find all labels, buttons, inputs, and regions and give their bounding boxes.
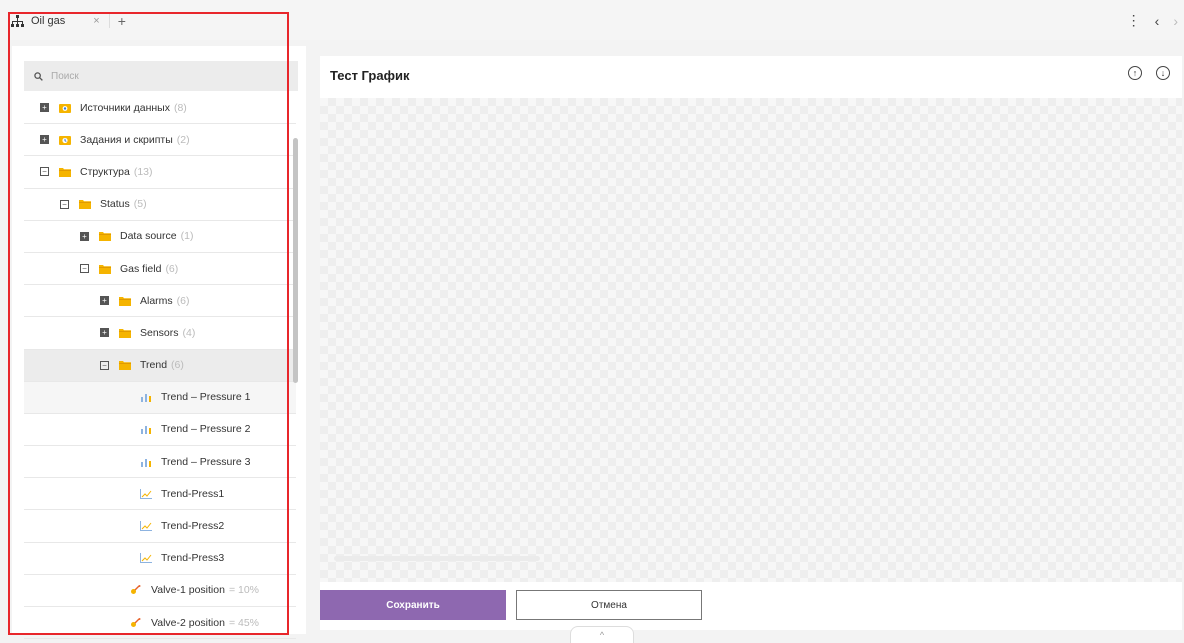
tree-item[interactable]: Valve-2 position = 45% — [24, 607, 296, 640]
tree-item[interactable]: − Структура (13) — [24, 156, 296, 189]
tree-item-label: Status — [100, 198, 130, 211]
valve-icon — [130, 585, 142, 595]
tree-item-label: Задания и скрипты — [80, 133, 173, 146]
tree-item[interactable]: Trend – Pressure 2 — [24, 414, 296, 447]
tree-item[interactable]: Valve-1 position = 10% — [24, 575, 296, 607]
tree-item-label: Trend-Press2 — [161, 520, 225, 533]
tree-item-count: (4) — [182, 326, 196, 339]
canvas-scrollbar[interactable] — [334, 556, 540, 561]
forward-chevron-icon[interactable]: › — [1173, 13, 1178, 29]
sidebar-tree-panel: Поиск + Источники данных (8) + Задания и скр… — [12, 46, 306, 640]
tree-item-label: Trend-Press1 — [161, 487, 225, 500]
chart-line-icon — [140, 521, 152, 532]
panel-title: Тест График — [330, 68, 410, 83]
save-button[interactable]: Сохранить — [320, 590, 506, 620]
expand-icon[interactable]: + — [40, 135, 49, 145]
download-icon[interactable]: ↓ — [1156, 66, 1170, 80]
chart-line-icon — [140, 488, 152, 499]
collapse-icon[interactable]: − — [80, 264, 89, 274]
script-icon — [59, 135, 71, 145]
folder-icon — [99, 264, 111, 274]
tab-oil-gas[interactable]: Oil gas × + — [10, 8, 126, 34]
expand-icon[interactable]: + — [40, 103, 49, 113]
chart-bars-icon — [140, 457, 152, 467]
tree-item-label: Trend – Pressure 1 — [161, 391, 251, 404]
upload-icon[interactable]: ↑ — [1128, 66, 1142, 80]
tree-item-label: Gas field — [120, 262, 162, 275]
tree-item[interactable]: − Gas field (6) — [24, 253, 296, 286]
tree-item[interactable]: − Status (5) — [24, 189, 296, 221]
expand-icon[interactable]: + — [100, 296, 109, 306]
tab-label: Oil gas — [31, 15, 66, 27]
tab-close-icon[interactable]: × — [93, 15, 99, 27]
tree-item-label: Alarms — [140, 294, 173, 307]
tree-item-label: Valve-2 position — [151, 616, 225, 629]
bottom-expand-handle[interactable]: ^ — [570, 626, 634, 643]
more-menu-icon[interactable]: ⋮ — [1127, 12, 1141, 29]
tab-divider — [108, 14, 110, 28]
tree-item-count: (13) — [133, 165, 153, 178]
tree-item[interactable]: Trend-Press2 — [24, 510, 296, 543]
collapse-icon[interactable]: − — [100, 360, 109, 370]
tree-item[interactable]: Trend-Press1 — [24, 478, 296, 511]
tree-item-count: (8) — [173, 101, 187, 114]
tree-item-label: Источники данных — [80, 101, 170, 114]
panel-actions: ↑ ↓ — [1128, 66, 1170, 80]
tree-item-label: Trend – Pressure 2 — [161, 423, 251, 436]
tree-item-label: Trend – Pressure 3 — [161, 455, 251, 468]
tree-item-label: Trend — [140, 359, 168, 372]
folder-icon — [119, 328, 131, 338]
tree-item[interactable]: − Trend (6) — [24, 349, 296, 382]
chart-line-icon — [140, 553, 152, 564]
valve-icon — [130, 617, 142, 628]
tree-item-label: Trend-Press3 — [161, 552, 225, 565]
top-tab-bar: Oil gas × + ⋮ ‹ › — [0, 0, 1184, 40]
tree-item[interactable]: + Data source (1) — [24, 221, 296, 253]
tree-item-count: (6) — [171, 359, 184, 372]
search-icon — [34, 71, 43, 81]
tree-item-label: Sensors — [140, 326, 179, 339]
tree-item-count: (6) — [176, 294, 190, 307]
tree-item-count: (1) — [180, 230, 194, 243]
top-actions: ⋮ ‹ › — [1127, 12, 1178, 29]
folder-icon — [119, 296, 131, 306]
tree-item-count: (2) — [176, 133, 190, 146]
network-icon — [10, 14, 24, 28]
tree-item-count: = 10% — [228, 584, 260, 597]
structure-tree: + Источники данных (8) + Задания и скрипты (2… — [24, 92, 296, 640]
back-chevron-icon[interactable]: ‹ — [1155, 13, 1160, 29]
collapse-icon[interactable]: − — [40, 167, 49, 177]
tree-item[interactable]: + Sensors (4) — [24, 317, 296, 350]
chart-editor-panel: Тест График ↑ ↓ Сохранить Отмена — [320, 56, 1182, 630]
tree-item[interactable]: Trend – Pressure 1 — [24, 381, 296, 414]
chart-canvas[interactable] — [320, 98, 1182, 582]
tree-item[interactable]: + Alarms (6) — [24, 285, 296, 318]
folder-icon — [99, 231, 111, 242]
add-tab-button[interactable]: + — [118, 13, 126, 29]
tree-item-count: (5) — [133, 198, 147, 211]
collapse-icon[interactable]: − — [60, 199, 69, 209]
chart-bars-icon — [140, 424, 152, 435]
expand-icon[interactable]: + — [80, 231, 89, 241]
search-input[interactable]: Поиск — [24, 61, 298, 91]
datasource-icon — [59, 103, 71, 113]
search-placeholder: Поиск — [51, 70, 79, 82]
folder-icon — [79, 199, 91, 210]
expand-icon[interactable]: + — [100, 328, 109, 338]
tree-item[interactable]: + Источники данных (8) — [24, 92, 296, 125]
tree-item-label: Valve-1 position — [151, 584, 225, 597]
tree-item[interactable]: Trend – Pressure 3 — [24, 446, 296, 479]
cancel-button[interactable]: Отмена — [516, 590, 702, 620]
tree-item-count: (6) — [165, 262, 179, 275]
tree-item-label: Data source — [120, 230, 177, 243]
folder-icon — [59, 167, 71, 177]
tree-item[interactable]: + Задания и скрипты (2) — [24, 124, 296, 157]
sidebar-scrollbar[interactable] — [293, 138, 298, 383]
tree-item-label: Структура — [80, 165, 130, 178]
chart-bars-icon — [140, 392, 152, 403]
tree-item-count: = 45% — [228, 616, 260, 629]
folder-icon — [119, 360, 131, 371]
tree-item[interactable]: Trend-Press3 — [24, 543, 296, 575]
